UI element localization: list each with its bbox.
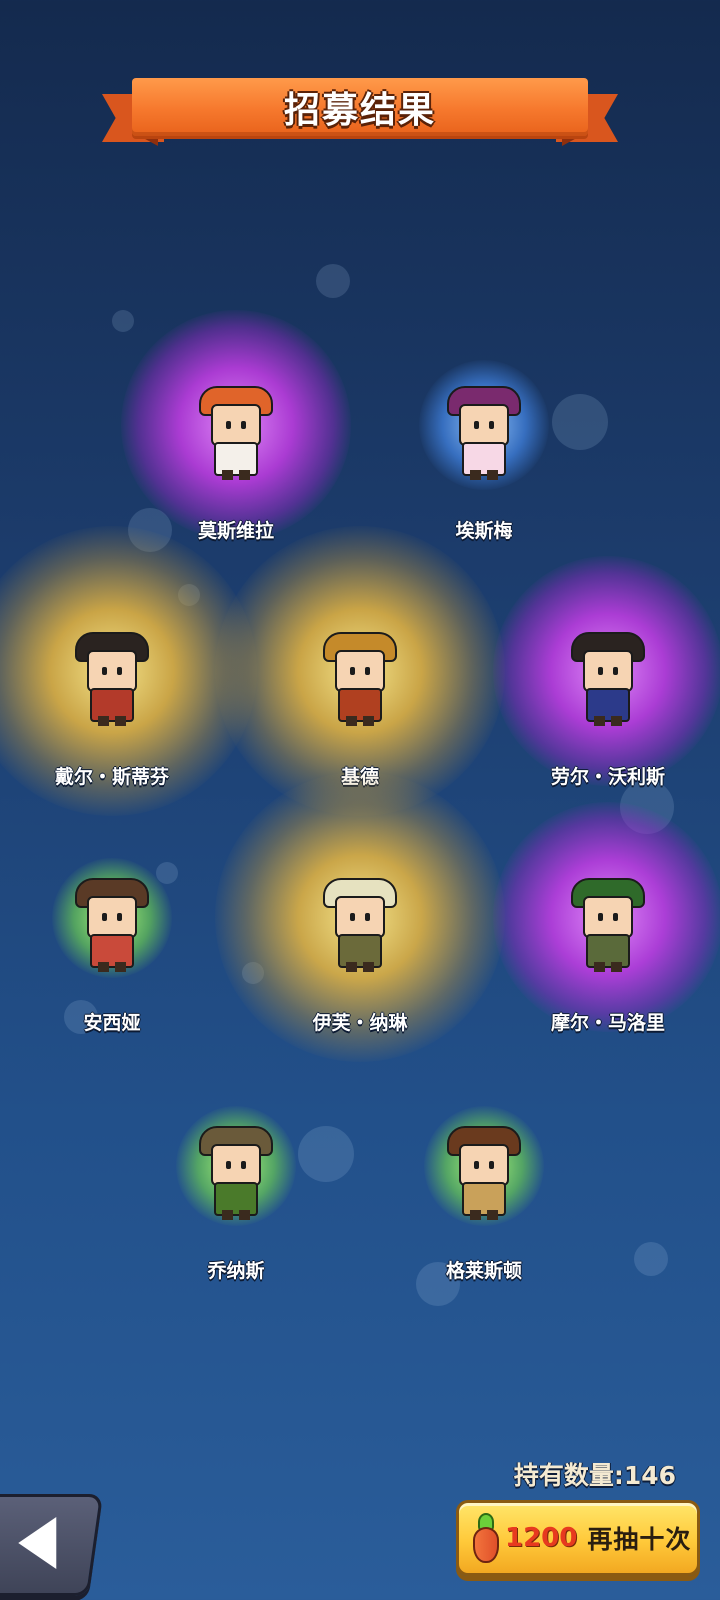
character-portrait (70, 878, 154, 972)
character-card[interactable]: 格莱斯顿 (364, 1050, 604, 1300)
background-bubble (316, 264, 350, 298)
character-card[interactable]: 莫斯维拉 (116, 310, 356, 560)
title-banner: 招募结果 (102, 78, 618, 150)
held-count: 持有数量:146 (514, 1456, 676, 1492)
character-portrait (318, 878, 402, 972)
draw-cost: 1200 (505, 1523, 578, 1553)
character-card[interactable]: 劳尔・沃利斯 (488, 556, 720, 806)
character-name: 伊芙・纳琳 (312, 1012, 408, 1034)
character-name: 安西娅 (83, 1012, 141, 1034)
draw-ten-again-button[interactable]: 1200 再抽十次 (456, 1500, 700, 1576)
character-portrait (70, 632, 154, 726)
character-card[interactable]: 基德 (215, 526, 505, 816)
carrot-icon (471, 1513, 501, 1563)
character-portrait (442, 1126, 526, 1220)
character-name: 乔纳斯 (207, 1260, 265, 1282)
held-count-label: 持有数量: (513, 1461, 624, 1490)
held-count-value: 146 (623, 1461, 676, 1490)
character-portrait (566, 878, 650, 972)
character-portrait (318, 632, 402, 726)
back-arrow-icon (18, 1517, 57, 1569)
character-card[interactable]: 安西娅 (0, 802, 232, 1052)
page-title: 招募结果 (283, 90, 436, 131)
back-button[interactable] (0, 1494, 104, 1596)
character-card[interactable]: 乔纳斯 (116, 1050, 356, 1300)
background-bubble (634, 1242, 668, 1276)
character-card[interactable]: 伊芙・纳琳 (215, 772, 505, 1062)
ribbon-main: 招募结果 (132, 78, 588, 136)
draw-button-label: 再抽十次 (587, 1525, 692, 1554)
character-name: 格莱斯顿 (445, 1260, 522, 1282)
character-name: 戴尔・斯蒂芬 (54, 766, 169, 788)
character-name: 摩尔・马洛里 (550, 1012, 665, 1034)
character-portrait (566, 632, 650, 726)
character-portrait (442, 386, 526, 480)
character-portrait (194, 386, 278, 480)
character-name: 劳尔・沃利斯 (550, 766, 665, 788)
character-portrait (194, 1126, 278, 1220)
character-card[interactable]: 埃斯梅 (364, 310, 604, 560)
character-card[interactable]: 摩尔・马洛里 (488, 802, 720, 1052)
character-card[interactable]: 戴尔・斯蒂芬 (0, 526, 257, 816)
